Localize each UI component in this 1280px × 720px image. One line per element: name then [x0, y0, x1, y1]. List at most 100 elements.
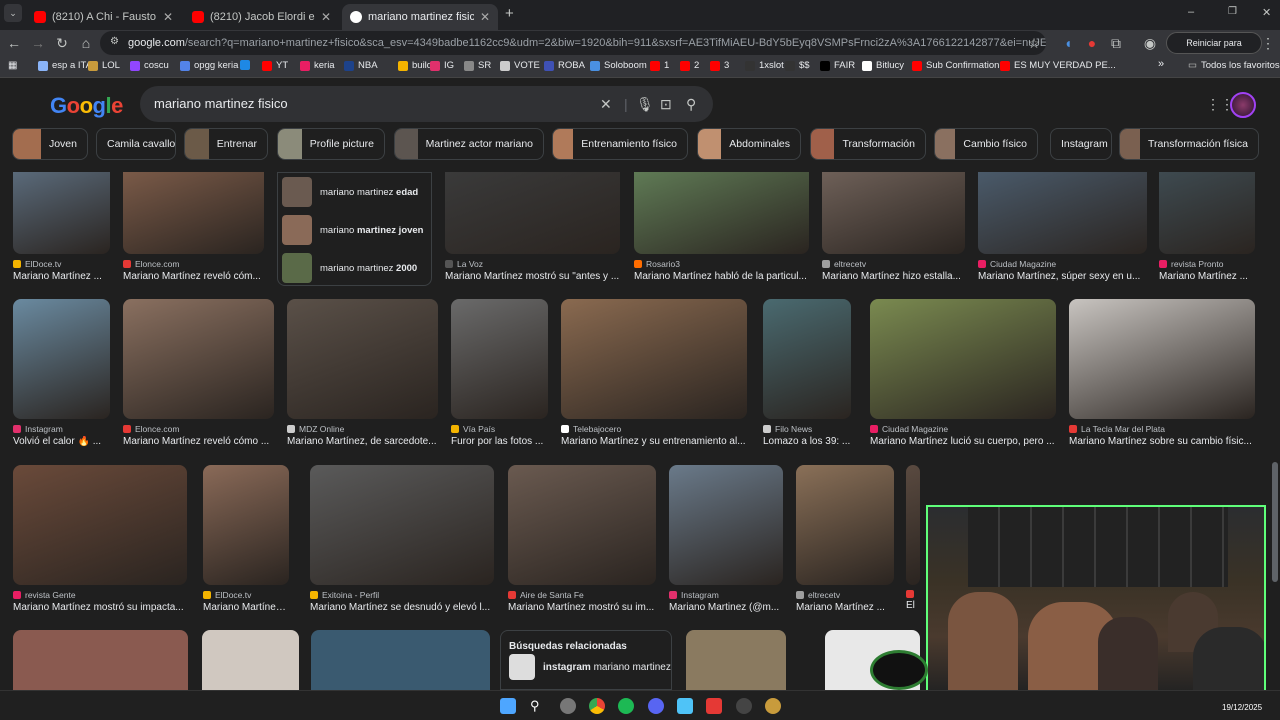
close-tab-icon[interactable]: ✕: [480, 10, 490, 24]
image-result[interactable]: [686, 630, 786, 690]
browser-tab[interactable]: (8210) Jacob Elordi es ovacionad ✕: [184, 4, 339, 30]
image-result[interactable]: [311, 630, 490, 690]
filter-chip[interactable]: Joven: [12, 128, 88, 160]
result-caption[interactable]: Mariano Martínez mostró su "antes y ...: [445, 271, 620, 282]
image-result[interactable]: El: [906, 465, 920, 611]
result-thumbnail[interactable]: [796, 465, 894, 585]
result-source[interactable]: Instagram: [669, 590, 783, 600]
result-source[interactable]: Aire de Santa Fe: [508, 590, 656, 600]
result-thumbnail[interactable]: [1069, 299, 1255, 419]
close-tab-icon[interactable]: ✕: [321, 10, 331, 24]
result-thumbnail[interactable]: [445, 172, 620, 254]
filter-chip[interactable]: Abdominales: [697, 128, 801, 160]
all-bookmarks-button[interactable]: ▭ Todos los favoritos: [1188, 60, 1280, 71]
clock[interactable]: 19/12/2025: [1222, 703, 1262, 712]
profile-icon[interactable]: ◉: [1140, 33, 1160, 53]
bookmark-item[interactable]: [240, 60, 254, 70]
image-result[interactable]: Rosario3 Mariano Martínez habló de la par…: [634, 172, 809, 282]
image-result[interactable]: Ciudad Magazine Mariano Martínez lució su…: [870, 299, 1056, 447]
bookmark-item[interactable]: coscu: [130, 60, 169, 71]
image-result[interactable]: revista Gente Mariano Martínez mostró su …: [13, 465, 187, 613]
result-thumbnail[interactable]: [1159, 172, 1255, 254]
result-caption[interactable]: Lomazo a los 39: ...: [763, 436, 851, 447]
image-result[interactable]: Aire de Santa Fe Mariano Martínez mostró …: [508, 465, 656, 613]
scrollbar[interactable]: [1272, 462, 1278, 582]
result-caption[interactable]: Mariano Martínez y su entrenamiento al..…: [561, 436, 747, 447]
result-source[interactable]: revista Pronto: [1159, 259, 1255, 269]
bookmark-item[interactable]: SR: [464, 60, 491, 71]
image-result[interactable]: Instagram Mariano Martinez (@m...: [669, 465, 783, 613]
filter-chip[interactable]: Cambio físico: [934, 128, 1038, 160]
bookmark-item[interactable]: YT: [262, 60, 288, 71]
browser-tab-active[interactable]: mariano martinez fisico - Busca ✕: [342, 4, 498, 30]
result-source[interactable]: Elonce.com: [123, 259, 264, 269]
result-source[interactable]: Telebajocero: [561, 424, 747, 434]
bookmark-item[interactable]: VOTE: [500, 60, 540, 71]
result-thumbnail[interactable]: [123, 172, 264, 254]
result-caption[interactable]: Mariano Martínez, de sarcedote...: [287, 436, 438, 447]
result-caption[interactable]: El: [906, 600, 920, 611]
result-thumbnail[interactable]: [634, 172, 809, 254]
bookmark-item[interactable]: opgg keria: [180, 60, 238, 71]
bookmark-item[interactable]: esp a ITA: [38, 60, 92, 71]
extensions-icon[interactable]: ⧉: [1106, 33, 1126, 53]
avatar[interactable]: [1230, 92, 1256, 118]
bookmark-item[interactable]: IG: [430, 60, 454, 71]
result-caption[interactable]: Mariano Martinez (@m...: [669, 602, 783, 613]
image-result[interactable]: MDZ Online Mariano Martínez, de sarcedote…: [287, 299, 438, 447]
result-thumbnail[interactable]: [287, 299, 438, 419]
notes-icon[interactable]: [677, 698, 693, 714]
close-window-button[interactable]: ✕: [1262, 6, 1271, 19]
result-thumbnail[interactable]: [561, 299, 747, 419]
result-thumbnail[interactable]: [310, 465, 494, 585]
home-icon[interactable]: ⌂: [76, 33, 96, 53]
result-thumbnail[interactable]: [13, 172, 110, 254]
related-search-item[interactable]: mariano martinez 2000: [278, 249, 431, 287]
result-caption[interactable]: Mariano Martínez hizo estalla...: [822, 271, 965, 282]
forward-icon[interactable]: →: [28, 33, 48, 53]
bookmark-item[interactable]: Soloboom: [590, 60, 647, 71]
bookmark-item[interactable]: keria: [300, 60, 335, 71]
result-source[interactable]: Ciudad Magazine: [978, 259, 1147, 269]
result-caption[interactable]: Furor por las fotos ...: [451, 436, 548, 447]
close-tab-icon[interactable]: ✕: [163, 10, 173, 24]
chrome-icon[interactable]: [589, 698, 605, 714]
bookmark-item[interactable]: LOL: [88, 60, 120, 71]
spotify-icon[interactable]: [618, 698, 634, 714]
bookmark-item[interactable]: ROBA: [544, 60, 585, 71]
result-thumbnail[interactable]: [123, 299, 274, 419]
bookmark-item[interactable]: $$: [785, 60, 810, 71]
bookmark-item[interactable]: 3: [710, 60, 729, 71]
result-thumbnail[interactable]: [822, 172, 965, 254]
result-thumbnail[interactable]: [763, 299, 851, 419]
result-thumbnail[interactable]: [686, 630, 786, 690]
windows-start-icon[interactable]: [500, 698, 516, 714]
image-result[interactable]: [13, 630, 188, 690]
image-result[interactable]: Vía País Furor por las fotos ...: [451, 299, 548, 447]
result-thumbnail[interactable]: [669, 465, 783, 585]
result-source[interactable]: Ciudad Magazine: [870, 424, 1056, 434]
result-source[interactable]: Instagram: [13, 424, 110, 434]
result-source[interactable]: eltrecetv: [822, 259, 965, 269]
reload-icon[interactable]: ↻: [52, 33, 72, 53]
result-thumbnail[interactable]: [203, 465, 289, 585]
result-thumbnail[interactable]: [906, 465, 920, 585]
result-caption[interactable]: Mariano Martínez ...: [796, 602, 894, 613]
bookmark-item[interactable]: 2: [680, 60, 699, 71]
image-result[interactable]: La Tecla Mar del Plata Mariano Martínez s…: [1069, 299, 1255, 447]
result-source[interactable]: eltrecetv: [796, 590, 894, 600]
result-thumbnail[interactable]: [978, 172, 1147, 254]
image-result[interactable]: revista Pronto Mariano Martínez ...: [1159, 172, 1255, 282]
result-thumbnail[interactable]: [13, 465, 187, 585]
bookmark-item[interactable]: Sub Confirmation: [912, 60, 999, 71]
result-source[interactable]: [906, 590, 920, 598]
result-source[interactable]: Elonce.com: [123, 424, 274, 434]
image-result[interactable]: Telebajocero Mariano Martínez y su entren…: [561, 299, 747, 447]
filter-chip[interactable]: Instagram: [1050, 128, 1112, 160]
image-result[interactable]: Filo News Lomazo a los 39: ...: [763, 299, 851, 447]
filter-chip[interactable]: Transformación: [810, 128, 926, 160]
app-icon[interactable]: [706, 698, 722, 714]
google-logo[interactable]: Google: [50, 93, 123, 119]
apps-grid-icon[interactable]: ▦: [8, 60, 17, 71]
image-result[interactable]: La Voz Mariano Martínez mostró su "antes …: [445, 172, 620, 282]
